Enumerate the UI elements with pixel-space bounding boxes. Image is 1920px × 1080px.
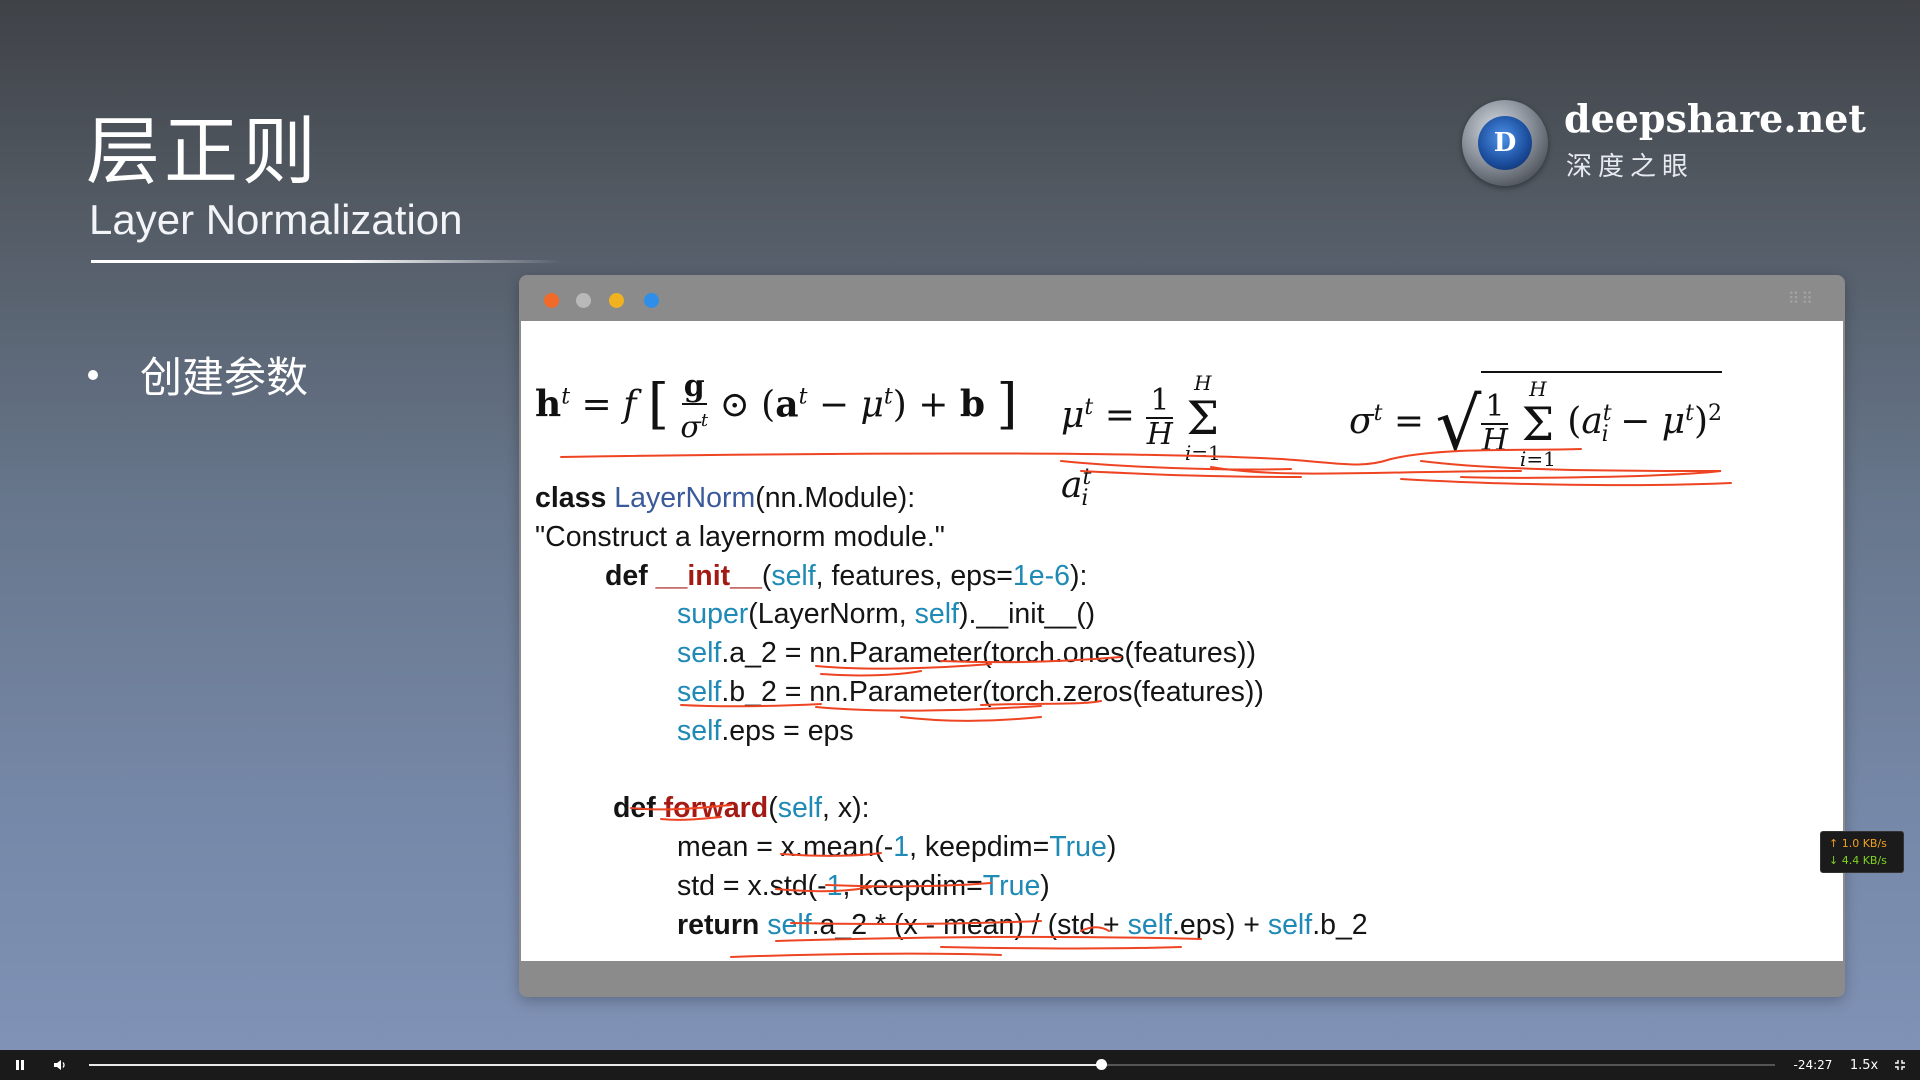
pause-button[interactable] bbox=[8, 1050, 32, 1080]
code-line: self.eps = eps bbox=[535, 712, 1368, 751]
code-self: self bbox=[677, 637, 722, 670]
code-text: .b_2 bbox=[1312, 908, 1368, 941]
grip-icon: ⠿⠿ bbox=[1787, 289, 1815, 308]
code-keyword: return bbox=[677, 908, 768, 941]
code-self: self bbox=[914, 598, 959, 631]
time-remaining: -24:27 bbox=[1793, 1058, 1833, 1072]
bullet-text: 创建参数 bbox=[140, 353, 309, 402]
code-self: self bbox=[1267, 908, 1313, 941]
title-underline bbox=[91, 260, 561, 263]
code-text: ( bbox=[768, 792, 778, 825]
code-text: .eps) + bbox=[1171, 908, 1268, 941]
code-line: class LayerNorm(nn.Module): bbox=[535, 479, 1368, 518]
slide-subtitle: Layer Normalization bbox=[89, 196, 463, 243]
logo-brand-cn: 深度之眼 bbox=[1566, 152, 1695, 182]
code-panel: ht = f [ g σt ⊙ (at − μt) + b ] μt = 1 H… bbox=[521, 321, 1843, 961]
code-number: 1 bbox=[893, 831, 910, 864]
net-speed-widget: ↑ 1.0 KB/s ↓ 4.4 KB/s bbox=[1820, 831, 1904, 873]
code-text: ) bbox=[1040, 869, 1050, 902]
code-self: self bbox=[677, 675, 722, 708]
code-line: "Construct a layernorm module." bbox=[535, 518, 1368, 557]
code-keyword: def bbox=[613, 792, 664, 825]
code-constant: True bbox=[1049, 831, 1107, 864]
code-block: class LayerNorm(nn.Module): "Construct a… bbox=[535, 479, 1368, 945]
progress-fill bbox=[89, 1064, 1101, 1066]
code-self: self bbox=[767, 908, 812, 941]
code-text: .b_2 = nn.Parameter(torch.zeros(features… bbox=[721, 675, 1264, 708]
code-text: , x): bbox=[822, 792, 870, 825]
code-function-name: forward bbox=[663, 792, 769, 825]
code-line: self.b_2 = nn.Parameter(torch.zeros(feat… bbox=[535, 673, 1368, 712]
progress-handle[interactable] bbox=[1095, 1059, 1107, 1070]
code-line: return self.a_2 * (x - mean) / (std + se… bbox=[535, 906, 1368, 945]
logo-brand: deepshare.net bbox=[1564, 96, 1866, 141]
code-class-name: LayerNorm bbox=[614, 482, 756, 514]
code-number: 1e-6 bbox=[1012, 559, 1070, 592]
fullscreen-exit-button[interactable] bbox=[1888, 1050, 1912, 1080]
code-self: self bbox=[777, 792, 823, 825]
code-text: (nn.Module): bbox=[755, 482, 916, 514]
code-text: .eps = eps bbox=[721, 714, 854, 747]
code-self: self bbox=[771, 559, 816, 592]
formula-sigma: σt = √ 1 H H Σ i=1 (ati − μt)2 bbox=[1349, 371, 1723, 471]
code-line: std = x.std(-1, keepdim=True) bbox=[535, 867, 1368, 906]
code-text: ).__init__() bbox=[958, 598, 1096, 631]
code-text: ( bbox=[761, 559, 772, 592]
logo: D deepshare.net 深度之眼 bbox=[1460, 96, 1866, 192]
playback-speed-button[interactable]: 1.5x bbox=[1846, 1050, 1882, 1080]
slide: 层正则 Layer Normalization 创建参数 D deepshare… bbox=[0, 0, 1920, 1050]
code-keyword: class bbox=[535, 482, 615, 514]
code-constant: True bbox=[982, 869, 1041, 902]
volume-icon bbox=[54, 1060, 65, 1070]
code-line: mean = x.mean(-1, keepdim=True) bbox=[535, 828, 1368, 867]
download-speed: ↓ 4.4 KB/s bbox=[1829, 854, 1887, 867]
code-self: self bbox=[677, 714, 722, 747]
code-text: ) bbox=[1106, 831, 1117, 864]
volume-button[interactable] bbox=[48, 1050, 72, 1080]
logo-letter: D bbox=[1478, 116, 1532, 170]
window-titlebar: ⠿⠿ bbox=[519, 275, 1845, 321]
formula-h: ht = f [ g σt ⊙ (at − μt) + b ] bbox=[535, 369, 1018, 445]
bullet-dot-icon bbox=[88, 369, 98, 380]
code-function-name: __init__ bbox=[655, 559, 762, 592]
video-player-bar: -24:27 1.5x bbox=[0, 1050, 1920, 1080]
close-dot-icon bbox=[544, 293, 559, 308]
code-keyword: def bbox=[605, 559, 656, 592]
code-text: , keepdim= bbox=[842, 869, 983, 902]
code-text: mean = x.mean(- bbox=[677, 831, 894, 864]
code-text: (LayerNorm, bbox=[748, 598, 915, 631]
code-line: def forward(self, x): bbox=[535, 789, 1368, 828]
minimize-dot-icon bbox=[609, 293, 624, 308]
code-text: , features, eps= bbox=[815, 559, 1013, 592]
eye-logo-icon: D bbox=[1462, 100, 1548, 186]
disabled-dot-icon bbox=[576, 293, 591, 308]
code-self: self bbox=[1127, 908, 1172, 941]
code-line: self.a_2 = nn.Parameter(torch.ones(featu… bbox=[535, 634, 1368, 673]
code-text: , keepdim= bbox=[909, 831, 1050, 864]
pause-icon bbox=[16, 1060, 24, 1070]
code-line: super(LayerNorm, self).__init__() bbox=[535, 595, 1368, 634]
code-text: .a_2 * (x - mean) / (std + bbox=[811, 908, 1128, 941]
bullet-item: 创建参数 bbox=[88, 344, 308, 405]
code-text: .a_2 = nn.Parameter(torch.ones(features)… bbox=[721, 637, 1256, 670]
maximize-dot-icon bbox=[644, 293, 659, 308]
code-line: def __init__(self, features, eps=1e-6): bbox=[535, 557, 1368, 596]
code-text: std = x.std(- bbox=[677, 869, 827, 902]
code-window: ⠿⠿ ht = f [ g σt ⊙ (at − μt) + b ] μt = … bbox=[519, 275, 1845, 997]
code-text: ): bbox=[1069, 559, 1088, 592]
fullscreen-exit-icon bbox=[1895, 1060, 1905, 1070]
code-docstring: "Construct a layernorm module." bbox=[535, 520, 945, 553]
code-number: 1 bbox=[826, 869, 843, 902]
slide-title: 层正则 bbox=[86, 109, 320, 195]
code-builtin: super bbox=[677, 598, 749, 631]
upload-speed: ↑ 1.0 KB/s bbox=[1829, 837, 1887, 850]
progress-track[interactable] bbox=[89, 1059, 1775, 1070]
